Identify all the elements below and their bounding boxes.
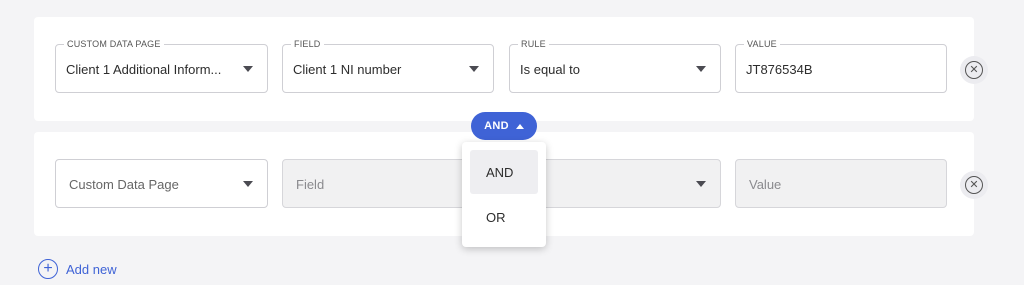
close-circle-icon: ✕ — [965, 61, 983, 79]
custom-data-page-placeholder: Custom Data Page — [69, 177, 179, 192]
remove-condition-button[interactable]: ✕ — [960, 56, 988, 84]
add-new-button[interactable]: + Add new — [38, 258, 117, 280]
field-placeholder: Field — [296, 177, 325, 192]
operator-toggle-button[interactable]: AND — [471, 112, 537, 140]
condition-row-1: CUSTOM DATA PAGE Client 1 Additional Inf… — [34, 17, 988, 121]
chevron-up-icon — [515, 123, 524, 129]
field-value: Client 1 NI number — [293, 62, 402, 77]
operator-label: AND — [484, 120, 509, 132]
value-placeholder: Value — [749, 177, 782, 192]
chevron-down-icon — [243, 181, 253, 187]
custom-data-page-select[interactable]: CUSTOM DATA PAGE Client 1 Additional Inf… — [55, 39, 268, 93]
value-text: JT876534B — [746, 62, 813, 77]
filter-builder: CUSTOM DATA PAGE Client 1 Additional Inf… — [0, 0, 1024, 285]
chevron-down-icon — [696, 181, 706, 187]
close-circle-icon: ✕ — [965, 176, 983, 194]
value-legend: VALUE — [744, 39, 780, 50]
chevron-down-icon — [696, 66, 706, 72]
operator-menu: AND OR — [462, 142, 546, 247]
rule-select[interactable]: RULE Is equal to — [509, 39, 721, 93]
value-input: Value — [735, 159, 947, 208]
remove-condition-button[interactable]: ✕ — [960, 171, 988, 199]
custom-data-page-value: Client 1 Additional Inform... — [66, 62, 222, 77]
menu-item-or[interactable]: OR — [470, 195, 538, 239]
field-select[interactable]: FIELD Client 1 NI number — [282, 39, 494, 93]
value-input[interactable]: VALUE JT876534B — [735, 39, 947, 93]
rule-legend: RULE — [518, 39, 549, 50]
chevron-down-icon — [243, 66, 253, 72]
add-new-label: Add new — [66, 261, 117, 277]
custom-data-page-legend: CUSTOM DATA PAGE — [64, 39, 164, 50]
field-legend: FIELD — [291, 39, 324, 50]
menu-item-and[interactable]: AND — [470, 150, 538, 194]
plus-circle-icon: + — [38, 259, 58, 279]
rule-value: Is equal to — [520, 62, 580, 77]
chevron-down-icon — [469, 66, 479, 72]
custom-data-page-select[interactable]: Custom Data Page — [55, 159, 268, 208]
